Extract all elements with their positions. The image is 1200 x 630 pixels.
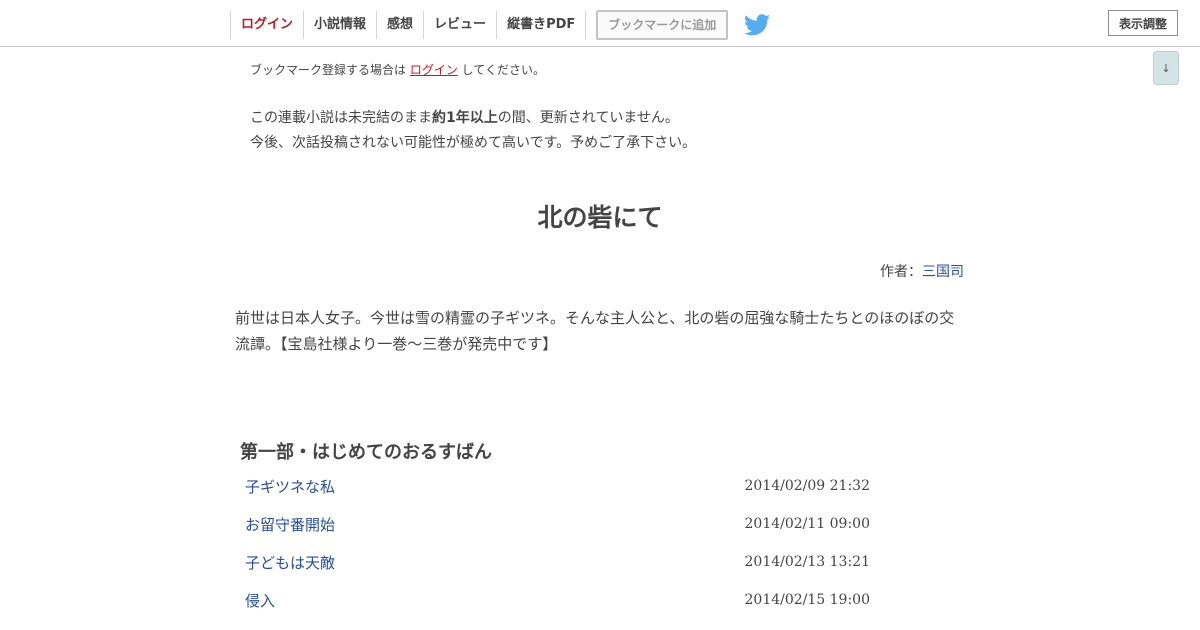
author-link[interactable]: 三国司 bbox=[922, 264, 964, 280]
bookmark-login-note: ブックマーク登録する場合は ログイン してください。 bbox=[250, 61, 545, 78]
hiatus-text-end: の間、更新されていません。 bbox=[497, 110, 679, 126]
twitter-bird-icon bbox=[744, 13, 771, 35]
display-adjust-button[interactable]: 表示調整 bbox=[1108, 10, 1178, 36]
author-line: 作者：三国司 bbox=[700, 261, 964, 281]
episode-date: 2014/02/11 09:00 bbox=[744, 516, 871, 532]
hiatus-line-1: この連載小説は未完結のまま約1年以上の間、更新されていません。 bbox=[250, 106, 696, 131]
hiatus-notice: この連載小説は未完結のまま約1年以上の間、更新されていません。 今後、次話投稿さ… bbox=[250, 106, 696, 156]
nav-novel-info[interactable]: 小説情報 bbox=[303, 10, 376, 39]
nav-login[interactable]: ログイン bbox=[230, 10, 303, 39]
bookmark-note-suffix: してください。 bbox=[457, 63, 545, 77]
add-bookmark-button[interactable]: ブックマークに追加 bbox=[596, 9, 729, 40]
nav-impressions[interactable]: 感想 bbox=[376, 10, 423, 39]
scroll-down-button[interactable]: ↓ bbox=[1153, 51, 1179, 85]
episode-link[interactable]: お留守番開始 bbox=[245, 514, 335, 535]
top-navbar: ログイン 小説情報 感想 レビュー 縦書きPDF ブックマークに追加 表示調整 bbox=[0, 0, 1200, 47]
episode-date: 2014/02/13 13:21 bbox=[744, 554, 871, 570]
nav-items: ログイン 小説情報 感想 レビュー 縦書きPDF ブックマークに追加 bbox=[230, 9, 771, 40]
episode-row: 子ギツネな私 2014/02/09 21:32 bbox=[240, 467, 880, 505]
episode-link[interactable]: 子ギツネな私 bbox=[245, 476, 335, 497]
hiatus-duration: 約1年以上 bbox=[432, 110, 498, 126]
hiatus-line-2: 今後、次話投稿されない可能性が極めて高いです。予めご了承下さい。 bbox=[250, 135, 697, 151]
bookmark-note-prefix: ブックマーク登録する場合は bbox=[250, 63, 410, 77]
twitter-share-button[interactable] bbox=[744, 12, 771, 38]
episode-row: 侵入 2014/02/15 19:00 bbox=[240, 581, 880, 619]
chapter-title: 第一部・はじめてのおるすばん bbox=[240, 442, 492, 463]
episode-date: 2014/02/09 21:32 bbox=[744, 478, 871, 494]
nav-vertical-pdf[interactable]: 縦書きPDF bbox=[496, 10, 587, 39]
novel-title: 北の砦にて bbox=[537, 203, 663, 232]
episode-row: 子どもは天敵 2014/02/13 13:21 bbox=[240, 543, 880, 581]
episode-link[interactable]: 侵入 bbox=[245, 590, 275, 611]
hiatus-text-start: この連載小説は未完結のまま bbox=[250, 110, 432, 126]
episode-date: 2014/02/15 19:00 bbox=[744, 592, 871, 608]
episode-link[interactable]: 子どもは天敵 bbox=[245, 552, 335, 573]
bookmark-note-login-link[interactable]: ログイン bbox=[410, 63, 458, 77]
episode-row: お留守番開始 2014/02/11 09:00 bbox=[240, 505, 880, 543]
novel-synopsis: 前世は日本人女子。今世は雪の精霊の子ギツネ。そんな主人公と、北の砦の屈強な騎士た… bbox=[235, 309, 955, 353]
author-label: 作者： bbox=[880, 264, 922, 280]
episode-list: 子ギツネな私 2014/02/09 21:32 お留守番開始 2014/02/1… bbox=[240, 467, 880, 619]
nav-review[interactable]: レビュー bbox=[423, 10, 496, 39]
